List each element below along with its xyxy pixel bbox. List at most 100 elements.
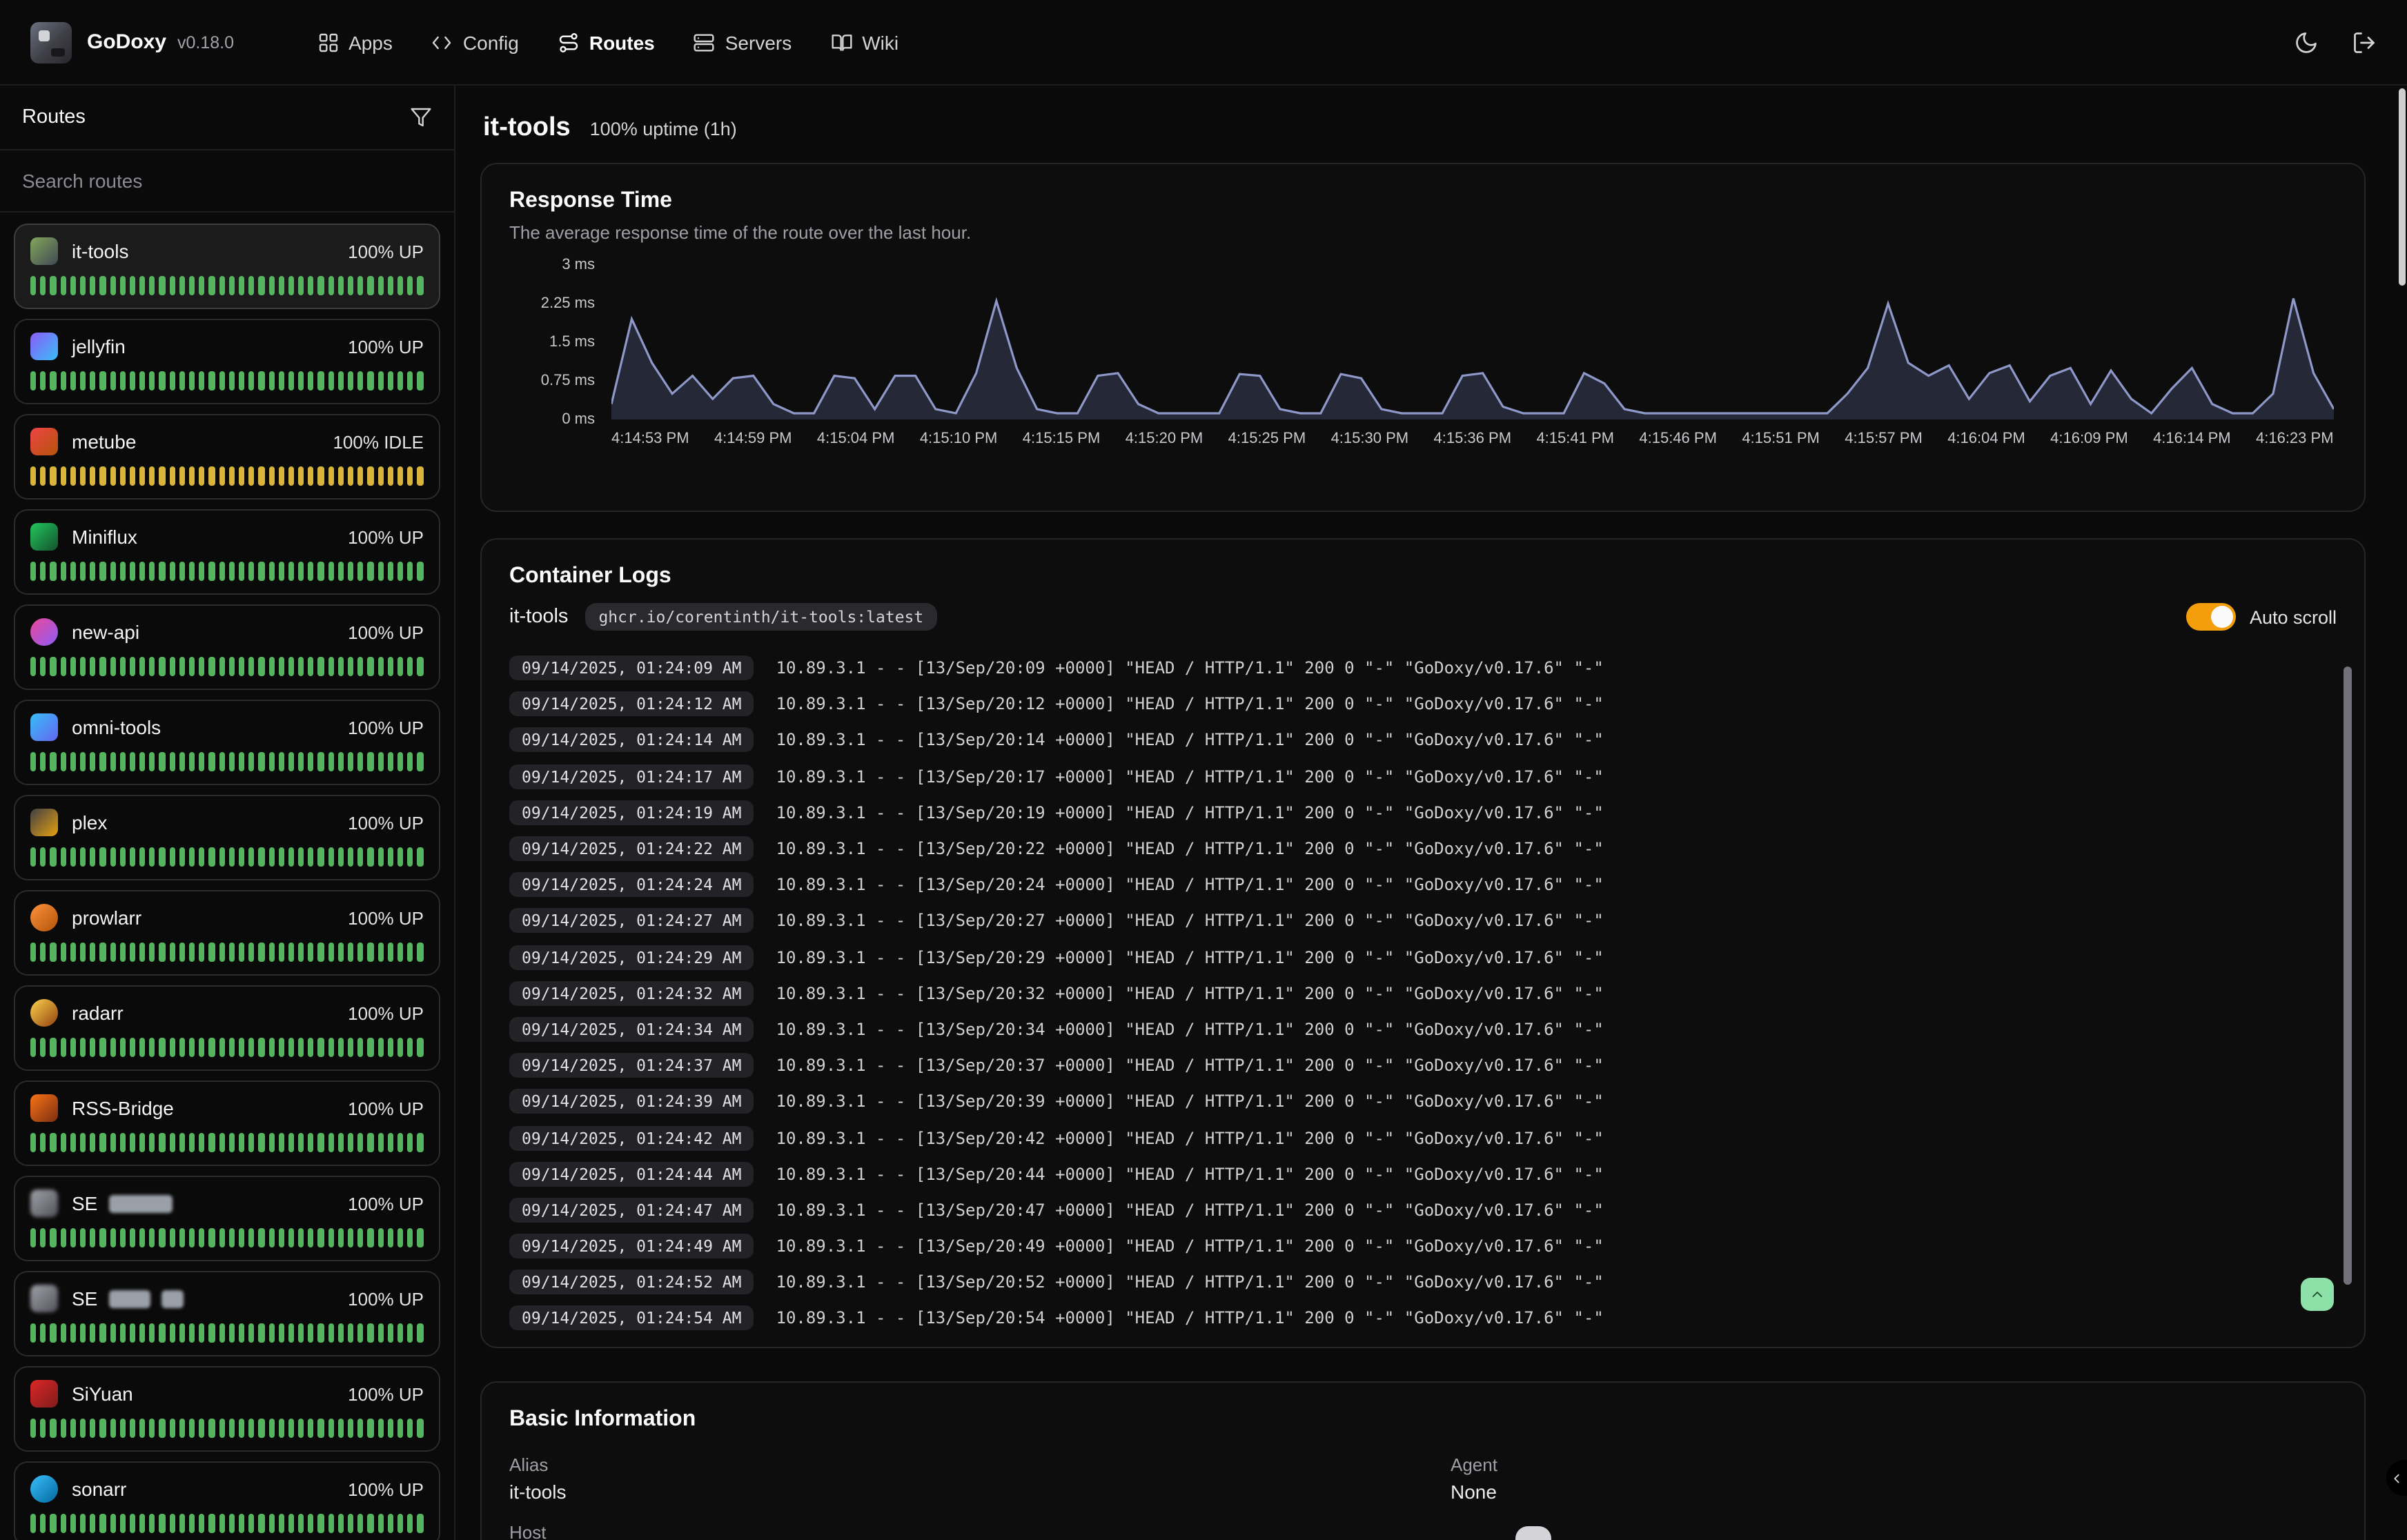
uptime-bar [377, 276, 383, 295]
uptime-bar [80, 371, 86, 391]
nav-label: Config [463, 31, 519, 53]
route-item-prowlarr[interactable]: prowlarr100% UP [14, 890, 440, 976]
route-item-new-api[interactable]: new-api100% UP [14, 604, 440, 690]
log-message: 10.89.3.1 - - [13/Sep/20:27 +0000] "HEAD… [776, 911, 1604, 931]
nav-item-config[interactable]: Config [431, 31, 519, 53]
uptime-bar [377, 371, 383, 391]
uptime-bar [417, 1514, 423, 1533]
uptime-bar [288, 1038, 294, 1057]
uptime-bar [219, 371, 224, 391]
uptime-bar [119, 1323, 125, 1343]
page-header: it-tools 100% uptime (1h) [483, 113, 2366, 144]
log-row: 09/14/2025, 01:24:29 AM10.89.3.1 - - [13… [509, 939, 2337, 975]
route-item-plex[interactable]: plex100% UP [14, 795, 440, 880]
uptime-bar [308, 1133, 314, 1152]
route-item-miniflux[interactable]: Miniflux100% UP [14, 509, 440, 595]
uptime-bar [80, 847, 86, 867]
log-message: 10.89.3.1 - - [13/Sep/20:37 +0000] "HEAD… [776, 1056, 1604, 1075]
route-item-metube[interactable]: metube100% IDLE [14, 414, 440, 500]
route-item-sonarr[interactable]: sonarr100% UP [14, 1461, 440, 1540]
nav-item-servers[interactable]: Servers [694, 31, 792, 53]
uptime-bar [209, 1514, 215, 1533]
uptime-bar [357, 371, 363, 391]
uptime-bar [407, 1419, 413, 1438]
logout-button[interactable] [2352, 30, 2377, 55]
uptime-bar [139, 1133, 145, 1152]
route-item-radarr[interactable]: radarr100% UP [14, 985, 440, 1071]
uptime-bar [209, 466, 215, 486]
uptime-bar [159, 1514, 165, 1533]
uptime-bar [338, 847, 344, 867]
route-status: 100% UP [348, 1098, 424, 1118]
nav-item-routes[interactable]: Routes [558, 31, 655, 53]
uptime-bar [229, 1228, 235, 1247]
uptime-bar [159, 657, 165, 676]
route-favicon [30, 904, 58, 931]
uptime-bar [50, 1038, 56, 1057]
uptime-bar [159, 1228, 165, 1247]
theme-toggle-button[interactable] [2294, 30, 2319, 55]
log-row: 09/14/2025, 01:24:12 AM10.89.3.1 - - [13… [509, 686, 2337, 722]
nav-item-apps[interactable]: Apps [317, 31, 393, 53]
uptime-bar [30, 371, 36, 391]
logs-scrollbar-thumb[interactable] [2344, 667, 2352, 1285]
route-item-siyuan[interactable]: SiYuan100% UP [14, 1366, 440, 1452]
uptime-bar [40, 1133, 46, 1152]
uptime-bar [397, 657, 403, 676]
route-item-omni-tools[interactable]: omni-tools100% UP [14, 700, 440, 785]
uptime-bar [268, 752, 274, 771]
uptime-bar [110, 752, 115, 771]
log-row: 09/14/2025, 01:24:14 AM10.89.3.1 - - [13… [509, 722, 2337, 758]
search-routes-input[interactable] [0, 170, 454, 192]
uptime-bar [110, 847, 115, 867]
x-tick-label: 4:15:30 PM [1331, 431, 1409, 447]
book-icon [830, 31, 852, 53]
log-timestamp-badge: 09/14/2025, 01:24:22 AM [509, 836, 754, 861]
uptime-bar [40, 1419, 46, 1438]
route-item-se[interactable]: SE100% UP [14, 1271, 440, 1356]
nav-item-wiki[interactable]: Wiki [830, 31, 898, 53]
route-item-se[interactable]: SE100% UP [14, 1176, 440, 1261]
uptime-bar [268, 657, 274, 676]
uptime-bar [388, 1228, 393, 1247]
basic-information-title: Basic Information [509, 1408, 2337, 1432]
uptime-bar [417, 276, 423, 295]
field-alias: Alias it-tools [509, 1454, 1395, 1503]
uptime-bar [248, 847, 254, 867]
filter-button[interactable] [410, 106, 432, 128]
y-tick-label: 1.5 ms [549, 334, 595, 351]
uptime-bar [130, 562, 135, 581]
uptime-bar [357, 1419, 363, 1438]
uptime-bar [318, 276, 324, 295]
route-item-jellyfin[interactable]: jellyfin100% UP [14, 319, 440, 404]
uptime-bar [100, 466, 106, 486]
autoscroll-toggle[interactable] [2186, 603, 2236, 631]
scroll-to-top-button[interactable] [2301, 1278, 2334, 1311]
route-item-rss-bridge[interactable]: RSS-Bridge100% UP [14, 1080, 440, 1166]
uptime-bar [318, 371, 324, 391]
uptime-bar [189, 276, 195, 295]
route-item-it-tools[interactable]: it-tools100% UP [14, 224, 440, 309]
route-favicon [30, 809, 58, 836]
route-name: SiYuan [72, 1383, 133, 1405]
uptime-bar [308, 562, 314, 581]
uptime-bar [100, 1419, 106, 1438]
uptime-bar [150, 1133, 155, 1152]
uptime-bar [357, 752, 363, 771]
uptime-bars [30, 1133, 424, 1152]
uptime-bar [338, 562, 344, 581]
uptime-bar [219, 1038, 224, 1057]
uptime-bars [30, 942, 424, 962]
uptime-bar [30, 1038, 36, 1057]
uptime-bar [119, 752, 125, 771]
uptime-bar [318, 1228, 324, 1247]
log-timestamp-badge: 09/14/2025, 01:24:32 AM [509, 981, 754, 1006]
uptime-bar [248, 276, 254, 295]
uptime-bar [119, 276, 125, 295]
uptime-bar [328, 657, 333, 676]
route-status: 100% UP [348, 907, 424, 928]
search-row [0, 149, 454, 213]
uptime-bar [199, 847, 204, 867]
uptime-bar [407, 657, 413, 676]
page-scrollbar-thumb[interactable] [2399, 88, 2406, 286]
